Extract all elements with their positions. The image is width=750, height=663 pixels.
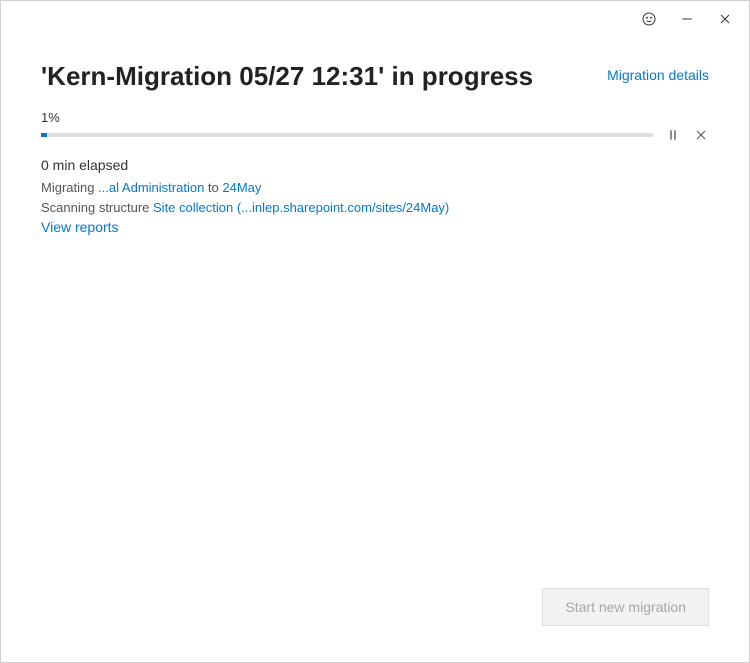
minimize-icon[interactable]: [677, 9, 697, 29]
scanning-target-link[interactable]: Site collection (...inlep.sharepoint.com…: [153, 200, 449, 215]
progress-area: 1% 0 min elapsed Migrating ...al: [1, 110, 749, 238]
page-title: 'Kern-Migration 05/27 12:31' in progress: [41, 61, 533, 92]
progress-bar: [41, 133, 653, 137]
scanning-prefix: Scanning structure: [41, 200, 153, 215]
migration-details-link[interactable]: Migration details: [607, 67, 709, 83]
migrating-line: Migrating ...al Administration to 24May: [41, 178, 709, 198]
cancel-icon[interactable]: [693, 127, 709, 143]
status-block: 0 min elapsed Migrating ...al Administra…: [41, 155, 709, 238]
migrating-to: to: [204, 180, 222, 195]
progress-fill: [41, 133, 47, 137]
progress-percent-label: 1%: [41, 110, 709, 125]
feedback-smiley-icon[interactable]: [639, 9, 659, 29]
footer: Start new migration: [1, 588, 749, 662]
start-new-migration-button[interactable]: Start new migration: [542, 588, 709, 626]
migrating-target-link[interactable]: 24May: [222, 180, 261, 195]
migrating-source-link[interactable]: ...al Administration: [98, 180, 204, 195]
header: 'Kern-Migration 05/27 12:31' in progress…: [1, 37, 749, 110]
scanning-line: Scanning structure Site collection (...i…: [41, 198, 709, 218]
progress-row: [41, 127, 709, 143]
spacer: [1, 238, 749, 588]
migrating-prefix: Migrating: [41, 180, 98, 195]
close-icon[interactable]: [715, 9, 735, 29]
pause-icon[interactable]: [665, 127, 681, 143]
app-window: 'Kern-Migration 05/27 12:31' in progress…: [0, 0, 750, 663]
titlebar: [1, 1, 749, 37]
view-reports-link[interactable]: View reports: [41, 219, 119, 235]
elapsed-label: 0 min elapsed: [41, 155, 709, 176]
